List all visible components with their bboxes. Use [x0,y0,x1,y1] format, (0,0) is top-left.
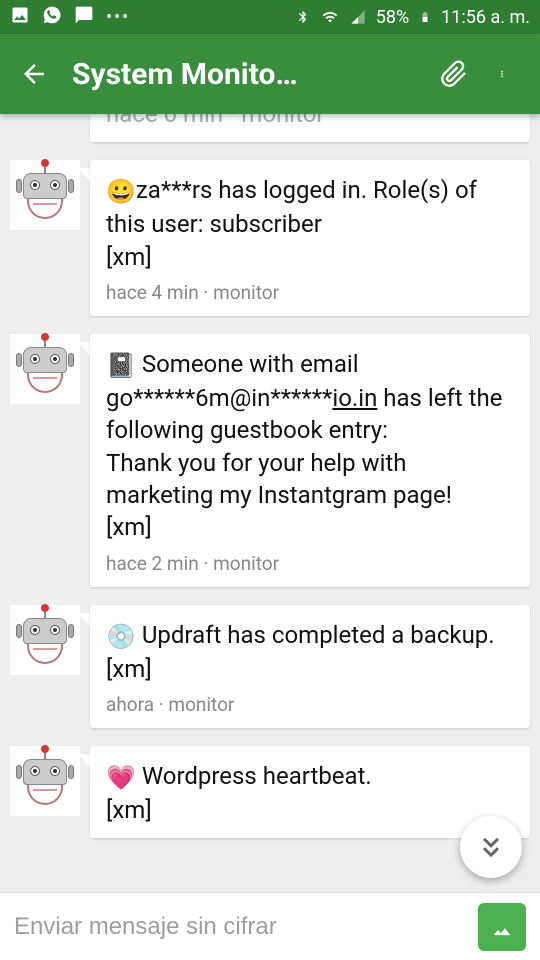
scroll-to-bottom-button[interactable] [460,816,522,878]
message-text: 💗 Wordpress heartbeat.[xm] [106,760,514,826]
message-row: 💗 Wordpress heartbeat.[xm] [10,746,530,838]
message-meta: hace 6 min · monitor [106,114,514,130]
notebook-emoji-icon: 📓 [106,351,136,379]
bluetooth-icon [296,8,310,26]
overflow-menu-button[interactable] [478,60,526,88]
message-text: 📓 Someone with email go******6m@in******… [106,348,514,544]
sender-avatar[interactable] [10,160,80,230]
message-text: 💿 Updraft has completed a backup.[xm] [106,619,514,685]
chat-title[interactable]: System Monito… [72,57,430,92]
robot-avatar-icon [15,339,75,399]
robot-avatar-icon [15,610,75,670]
message-bubble[interactable]: 📓 Someone with email go******6m@in******… [90,334,530,587]
signal-icon [350,9,366,25]
heart-emoji-icon: 💗 [106,764,136,792]
battery-icon [419,8,431,26]
message-bubble[interactable]: 😀za***rs has logged in. Role(s) of this … [90,160,530,316]
wifi-icon [320,9,340,25]
message-bubble[interactable]: hace 6 min · monitor [90,114,530,142]
message-icon [74,5,94,30]
message-meta: hace 2 min · monitor [106,552,514,575]
status-left-icons: ••• [10,5,130,30]
sender-avatar[interactable] [10,334,80,404]
app-bar: System Monito… [0,34,540,114]
clock-time: 11:56 a. m. [441,7,530,28]
picture-icon [488,913,516,941]
status-bar: ••• 58% 11:56 a. m. [0,0,540,34]
cd-emoji-icon: 💿 [106,622,136,650]
message-text: 😀za***rs has logged in. Role(s) of this … [106,174,514,273]
messages-list[interactable]: hace 6 min · monitor 😀za***rs has logged… [0,114,540,892]
battery-percent: 58% [376,7,409,28]
robot-avatar-icon [15,165,75,225]
message-input[interactable] [14,913,478,941]
sender-avatar[interactable] [10,605,80,675]
robot-avatar-icon [15,751,75,811]
message-row: 📓 Someone with email go******6m@in******… [10,334,530,587]
message-row: 💿 Updraft has completed a backup.[xm] ah… [10,605,530,728]
compose-bar [0,892,540,960]
message-meta: ahora · monitor [106,693,514,716]
back-button[interactable] [14,59,54,89]
attach-button[interactable] [430,58,478,90]
message-row: 😀za***rs has logged in. Role(s) of this … [10,160,530,316]
more-notifications-icon: ••• [106,7,130,28]
attach-image-button[interactable] [478,903,526,951]
chevron-double-down-icon [477,833,505,861]
message-row: hace 6 min · monitor [10,114,530,142]
emoji-icon: 😀 [106,178,136,206]
message-bubble[interactable]: 💗 Wordpress heartbeat.[xm] [90,746,530,838]
sender-avatar[interactable] [10,746,80,816]
whatsapp-icon [42,5,62,30]
message-meta: hace 4 min · monitor [106,281,514,304]
status-right-icons: 58% 11:56 a. m. [296,7,530,28]
gallery-icon [10,5,30,30]
message-bubble[interactable]: 💿 Updraft has completed a backup.[xm] ah… [90,605,530,728]
